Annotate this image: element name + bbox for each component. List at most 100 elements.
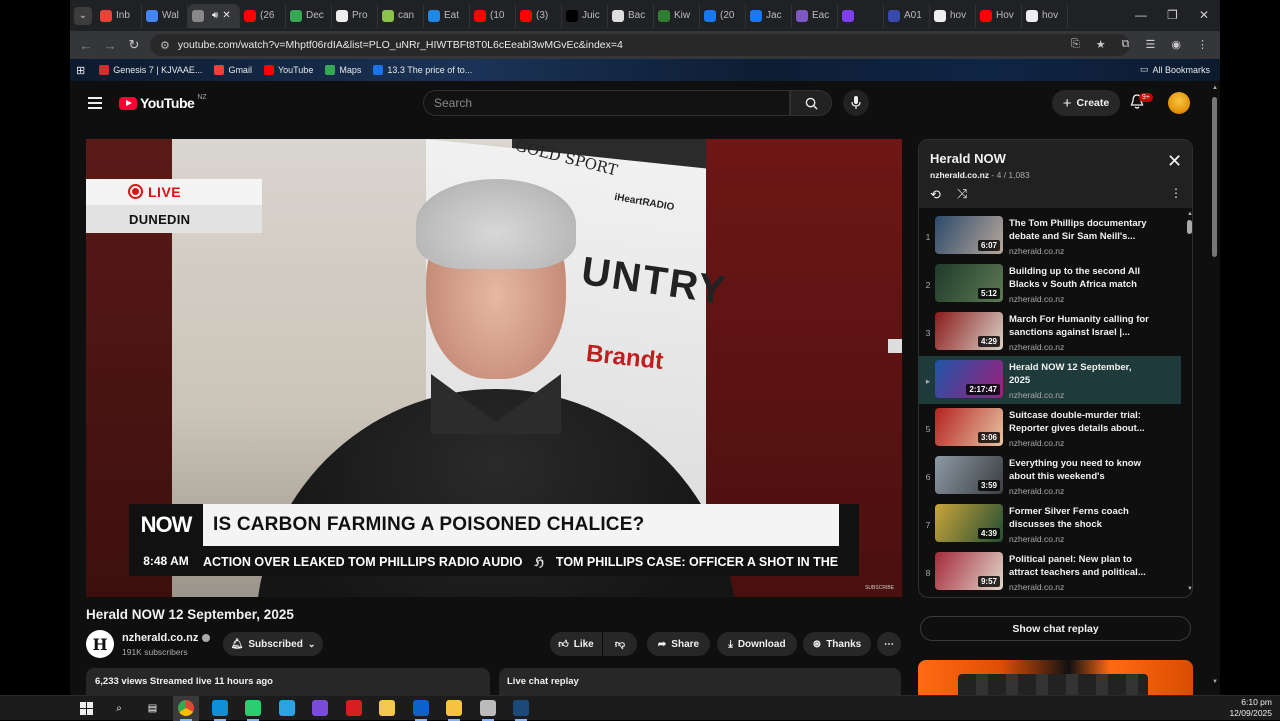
back-icon[interactable]: ←: [74, 38, 98, 53]
browser-tab[interactable]: can: [378, 3, 424, 28]
share-button[interactable]: ➦ Share: [647, 632, 710, 656]
hamburger-menu-icon[interactable]: [88, 97, 102, 109]
channel-avatar[interactable]: H: [86, 630, 114, 658]
bookmark-item[interactable]: 13.3 The price of to...: [373, 65, 472, 75]
show-chat-replay-button[interactable]: Show chat replay: [920, 616, 1191, 641]
playlist-item-thumbnail[interactable]: 4:29: [935, 312, 1003, 350]
playlist-item[interactable]: 2 5:12 Building up to the second All Black…: [919, 260, 1181, 308]
close-playlist-icon[interactable]: ✕: [1167, 152, 1182, 170]
playlist-item[interactable]: 3 4:29 March For Humanity calling for sanc…: [919, 308, 1181, 356]
browser-tab[interactable]: Bac: [608, 3, 654, 28]
playlist-item[interactable]: 8 9:57 Political panel: New plan to attrac…: [919, 548, 1181, 596]
playlist-more-icon[interactable]: ⋮: [1170, 186, 1182, 200]
browser-tab[interactable]: Inb: [96, 3, 142, 28]
page-scrollbar[interactable]: ▲ ▼: [1209, 81, 1220, 695]
close-window-icon[interactable]: ✕: [1199, 8, 1209, 22]
system-clock[interactable]: 6:10 pm 12/09/2025: [1229, 697, 1272, 719]
playlist-item[interactable]: 7 4:39 Former Silver Ferns coach discusses…: [919, 500, 1181, 548]
browser-tab[interactable]: Hov: [976, 3, 1022, 28]
chrome-icon[interactable]: [178, 700, 194, 716]
profile-icon[interactable]: ◉: [1171, 38, 1181, 51]
bookmark-item[interactable]: Maps: [325, 65, 361, 75]
browser-tab[interactable]: 🔊︎ ✕: [188, 3, 240, 28]
subscribed-button[interactable]: 🔔︎ Subscribed ⌄: [223, 632, 323, 656]
playlist-item-thumbnail[interactable]: 4:39: [935, 504, 1003, 542]
browser-tab[interactable]: (26: [240, 3, 286, 28]
browser-tab[interactable]: (10: [470, 3, 516, 28]
browser-tab[interactable]: Eac: [792, 3, 838, 28]
scroll-up-icon[interactable]: ▲: [1187, 211, 1192, 217]
browser-tab[interactable]: Dec: [286, 3, 332, 28]
dislike-button[interactable]: 👎︎: [603, 632, 637, 656]
reading-list-icon[interactable]: ☰: [1146, 38, 1156, 51]
app-green-icon[interactable]: [245, 700, 261, 716]
playlist-item[interactable]: 6 3:59 Everything you need to know about t…: [919, 452, 1181, 500]
playlist-item-title[interactable]: Suitcase double-murder trial: Reporter g…: [1009, 409, 1149, 435]
playlist-item-title[interactable]: Political panel: New plan to attract tea…: [1009, 553, 1149, 579]
playlist-title[interactable]: Herald NOW: [930, 151, 1006, 166]
playlist-item-title[interactable]: March For Humanity calling for sanctions…: [1009, 313, 1149, 339]
playlist-item-thumbnail[interactable]: 5:12: [935, 264, 1003, 302]
shuffle-icon[interactable]: ⤨: [957, 186, 967, 202]
install-icon[interactable]: ⎘: [1071, 38, 1080, 51]
playlist-item-title[interactable]: Everything you need to know about this w…: [1009, 457, 1149, 483]
start-icon[interactable]: [80, 702, 93, 715]
maximize-icon[interactable]: ❐: [1167, 8, 1178, 22]
steam-icon[interactable]: [513, 700, 529, 716]
browser-tab[interactable]: Jac: [746, 3, 792, 28]
edge-icon[interactable]: [211, 700, 228, 716]
browser-tab[interactable]: A01: [884, 3, 930, 28]
file-explorer-icon[interactable]: [446, 700, 462, 716]
video-player[interactable]: GOLD SPORT iHeartRADIO UNTRY Brandt LIVE…: [86, 139, 902, 597]
playlist-scrollbar[interactable]: ▲ ▼: [1185, 208, 1192, 597]
recommended-thumbnail[interactable]: [918, 660, 1193, 695]
playlist-channel[interactable]: nzherald.co.nz: [930, 170, 989, 180]
apps-grid-icon[interactable]: ⊞: [76, 64, 85, 77]
channel-name[interactable]: nzherald.co.nz: [122, 632, 211, 644]
playlist-item-title[interactable]: Herald NOW 12 September, 2025: [1009, 361, 1149, 387]
more-actions-button[interactable]: ⋯: [877, 632, 901, 656]
audio-playing-icon[interactable]: 🔊︎: [212, 10, 218, 21]
browser-tab[interactable]: Eat: [424, 3, 470, 28]
create-button[interactable]: + Create: [1052, 90, 1120, 116]
app-feather-icon[interactable]: [479, 700, 496, 716]
description-box[interactable]: 6,233 views Streamed live 11 hours ago: [86, 668, 490, 695]
account-avatar[interactable]: [1168, 92, 1190, 114]
playlist-item-thumbnail[interactable]: 2:17:47: [935, 360, 1003, 398]
browser-tab[interactable]: Pro: [332, 3, 378, 28]
scroll-down-icon[interactable]: ▼: [1187, 586, 1192, 592]
voice-search-button[interactable]: [843, 90, 869, 116]
bookmark-item[interactable]: Genesis 7 | KJVAAE...: [99, 65, 202, 75]
search-button[interactable]: [790, 90, 832, 116]
playlist-item-title[interactable]: Building up to the second All Blacks v S…: [1009, 265, 1149, 291]
bookmark-star-icon[interactable]: ★: [1096, 38, 1106, 51]
browser-tab[interactable]: hov: [930, 3, 976, 28]
scroll-down-icon[interactable]: ▼: [1212, 679, 1218, 685]
browser-tab[interactable]: Juic: [562, 3, 608, 28]
site-info-icon[interactable]: ⚙: [160, 39, 170, 52]
close-tab-icon[interactable]: ✕: [222, 10, 230, 21]
forward-icon[interactable]: →: [98, 38, 122, 53]
outlook-icon[interactable]: [412, 700, 429, 716]
reload-icon[interactable]: ↻: [122, 37, 146, 53]
playlist-item-thumbnail[interactable]: 9:57: [935, 552, 1003, 590]
playlist-item[interactable]: 5 3:06 Suitcase double-murder trial: Repor…: [919, 404, 1181, 452]
browser-tab[interactable]: (3): [516, 3, 562, 28]
playlist-item[interactable]: 1 6:07 The Tom Phillips documentary debate…: [919, 212, 1181, 260]
playlist-item-thumbnail[interactable]: 3:06: [935, 408, 1003, 446]
bookmark-item[interactable]: Gmail: [214, 65, 252, 75]
browser-tab[interactable]: Wal: [142, 3, 188, 28]
extensions-icon[interactable]: ⧉: [1122, 38, 1130, 51]
telegram-icon[interactable]: [278, 700, 295, 716]
menu-dots-icon[interactable]: ⋮: [1197, 38, 1208, 51]
app-purple-icon[interactable]: [312, 700, 328, 716]
task-view-icon[interactable]: ▤: [144, 700, 161, 716]
tab-search-icon[interactable]: ⌄: [74, 6, 92, 25]
all-bookmarks[interactable]: ▭ All Bookmarks: [1140, 64, 1210, 75]
playlist-item-thumbnail[interactable]: 6:07: [935, 216, 1003, 254]
thanks-button[interactable]: ⊛ Thanks: [803, 632, 871, 656]
store-icon[interactable]: [379, 700, 395, 716]
loop-icon[interactable]: ⟲: [930, 187, 941, 203]
playlist-item[interactable]: ▸ 2:17:47 Herald NOW 12 September, 2025 nzh…: [919, 356, 1181, 404]
browser-tab[interactable]: hov: [1022, 3, 1068, 28]
